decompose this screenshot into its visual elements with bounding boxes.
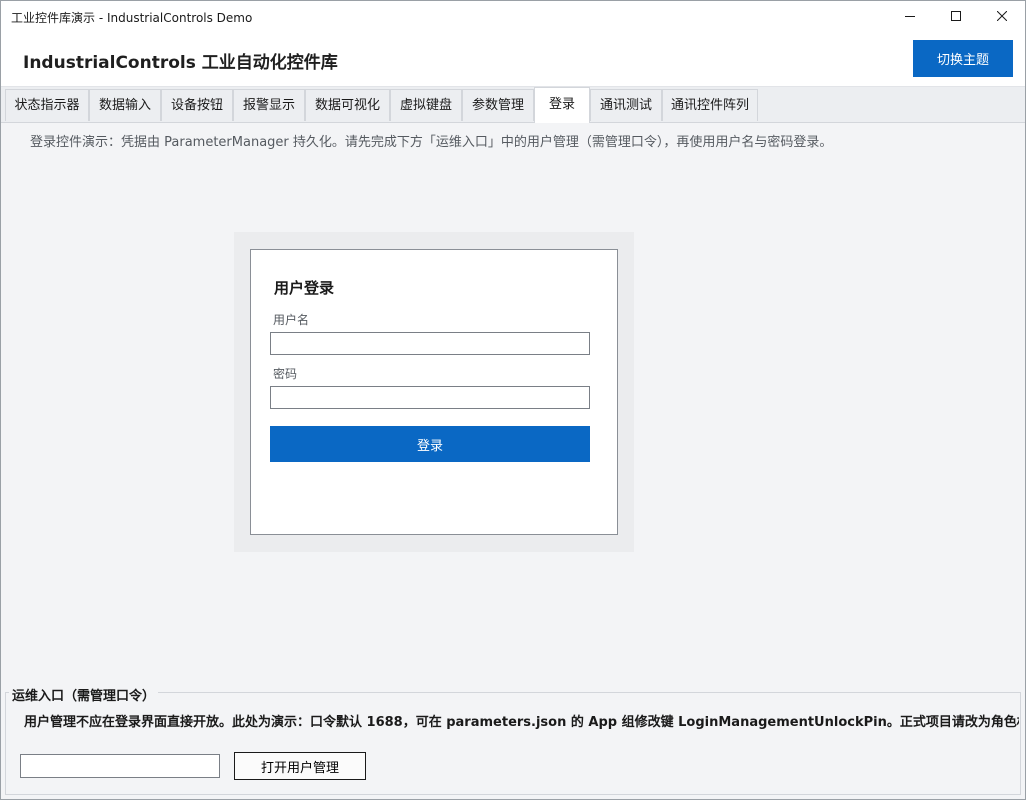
app-header: IndustrialControls 工业自动化控件库 切换主题 — [1, 31, 1025, 87]
tab-bar: 状态指示器 数据输入 设备按钮 报警显示 数据可视化 虚拟键盘 参数管理 登录 … — [1, 87, 1025, 123]
maintenance-group — [5, 692, 1021, 795]
tab-alarm-display[interactable]: 报警显示 — [233, 89, 305, 121]
maximize-icon — [951, 11, 961, 21]
switch-theme-button[interactable]: 切换主题 — [913, 40, 1013, 77]
close-button[interactable] — [979, 1, 1025, 31]
window-title: 工业控件库演示 - IndustrialControls Demo — [11, 11, 253, 25]
login-card-title: 用户登录 — [274, 279, 335, 297]
title-bar[interactable]: 工业控件库演示 - IndustrialControls Demo — [1, 1, 1025, 31]
username-input[interactable] — [270, 332, 590, 355]
tab-login[interactable]: 登录 — [534, 87, 590, 123]
tab-communication-array[interactable]: 通讯控件阵列 — [662, 89, 758, 121]
page-description: 登录控件演示：凭据由 ParameterManager 持久化。请先完成下方「运… — [30, 135, 833, 150]
maintenance-legend: 运维入口（需管理口令） — [9, 685, 159, 704]
tab-status-indicator[interactable]: 状态指示器 — [5, 89, 89, 121]
username-label: 用户名 — [273, 313, 310, 327]
minimize-icon — [905, 16, 915, 17]
admin-pin-input[interactable] — [20, 754, 220, 778]
close-icon — [997, 11, 1007, 21]
tab-data-visualization[interactable]: 数据可视化 — [305, 89, 390, 121]
tab-device-buttons[interactable]: 设备按钮 — [161, 89, 233, 121]
minimize-button[interactable] — [887, 1, 933, 31]
password-input[interactable] — [270, 386, 590, 409]
tab-data-input[interactable]: 数据输入 — [89, 89, 161, 121]
tab-virtual-keyboard[interactable]: 虚拟键盘 — [390, 89, 462, 121]
open-user-management-button[interactable]: 打开用户管理 — [234, 752, 366, 780]
password-label: 密码 — [273, 367, 298, 381]
login-button[interactable]: 登录 — [270, 426, 590, 462]
maximize-button[interactable] — [933, 1, 979, 31]
app-title: IndustrialControls 工业自动化控件库 — [23, 53, 338, 73]
app-window: 工业控件库演示 - IndustrialControls Demo Indust… — [0, 0, 1026, 800]
tab-parameter-management[interactable]: 参数管理 — [462, 89, 534, 121]
maintenance-notice: 用户管理不应在登录界面直接开放。此处为演示：口令默认 1688，可在 param… — [24, 715, 1019, 730]
login-card: 用户登录 用户名 密码 登录 — [250, 249, 618, 535]
tab-communication-test[interactable]: 通讯测试 — [590, 89, 662, 121]
